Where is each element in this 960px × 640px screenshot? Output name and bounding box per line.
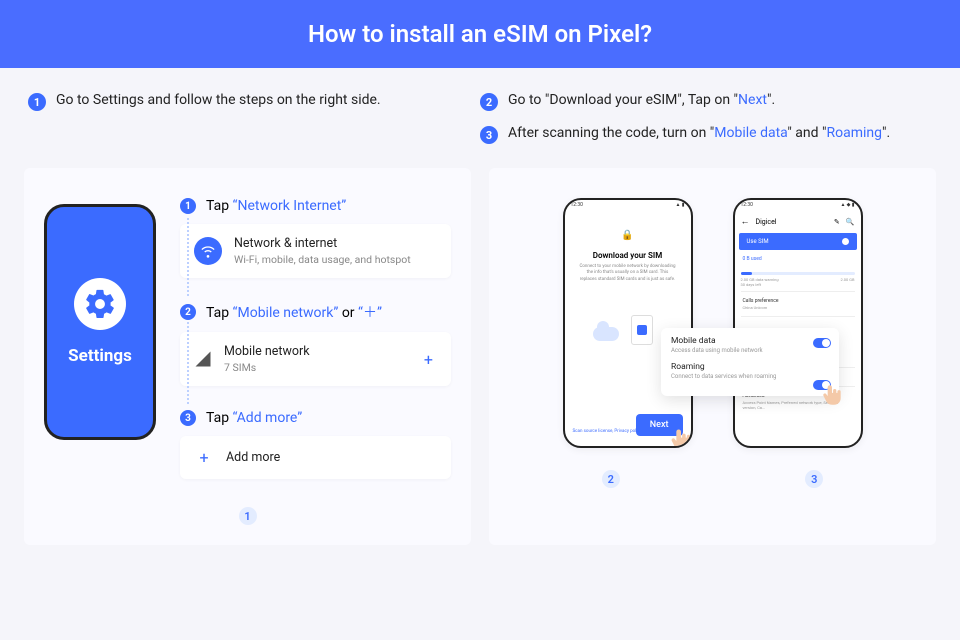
digicel-phone: 12:30 ▲ ◆ ▮ ← Digicel ✎ 🔍 Use SIM 0 B us… <box>733 198 863 448</box>
substep-1-text: Tap “Network Internet” <box>206 198 346 214</box>
step-3-badge: 3 <box>480 126 498 144</box>
substep-3-text: Tap “Add more” <box>206 410 302 426</box>
add-more-title: Add more <box>226 450 280 465</box>
download-sim-phone: 12:30 ▲ ▮ 🔒 Download your SIM Connect to… <box>563 198 693 448</box>
substep-2-text: Tap “Mobile network” or “＋” <box>206 302 382 322</box>
panel-step-1-badge: 1 <box>239 507 257 525</box>
roaming-label: Roaming <box>671 362 795 372</box>
panel-settings-steps: Settings 1 Tap “Network Internet” <box>24 168 471 545</box>
privacy-links[interactable]: Scan source license, Privacy policy <box>573 429 642 434</box>
mobile-network-card[interactable]: Mobile network 7 SIMs + <box>180 332 451 386</box>
status-bar: 12:30 ▲ ▮ <box>565 200 691 212</box>
calls-pref-row[interactable]: Calls preference China Unicom <box>735 292 861 316</box>
carrier-name: Digicel <box>756 218 777 226</box>
network-card-title: Network & internet <box>234 236 411 251</box>
panel-step-2-badge: 2 <box>602 470 620 488</box>
top-instructions: 1 Go to Settings and follow the steps on… <box>0 68 960 156</box>
step-2-badge: 2 <box>480 93 498 111</box>
substep-2-badge: 2 <box>180 304 196 320</box>
download-sim-title: Download your SIM <box>575 251 681 260</box>
header-title: How to install an eSIM on Pixel? <box>308 20 652 48</box>
data-usage-bar <box>741 272 855 275</box>
panel-step-3-badge: 3 <box>805 470 823 488</box>
step-3-text: After scanning the code, turn on "Mobile… <box>508 125 890 141</box>
use-sim-toggle[interactable]: Use SIM <box>739 233 857 250</box>
substep-1-badge: 1 <box>180 198 196 214</box>
step-1-text: Go to Settings and follow the steps on t… <box>56 92 381 108</box>
pointer-icon <box>819 382 845 408</box>
data-used-row: 0 B used <box>735 250 861 268</box>
plus-icon: + <box>194 448 214 467</box>
substep-3-badge: 3 <box>180 410 196 426</box>
panel-phone-screens: 12:30 ▲ ▮ 🔒 Download your SIM Connect to… <box>489 168 936 545</box>
signal-icon <box>194 350 212 368</box>
digicel-header: ← Digicel ✎ 🔍 <box>735 212 861 231</box>
network-internet-card[interactable]: Network & internet Wi-Fi, mobile, data u… <box>180 224 451 278</box>
lock-icon: 🔒 <box>575 230 681 241</box>
edit-icon[interactable]: ✎ <box>834 218 840 226</box>
qr-illustration <box>593 309 663 359</box>
wifi-icon <box>194 237 222 265</box>
add-more-card[interactable]: + Add more <box>180 436 451 479</box>
mobile-data-label: Mobile data <box>671 336 795 346</box>
network-card-sub: Wi-Fi, mobile, data usage, and hotspot <box>234 253 411 266</box>
settings-phone: Settings <box>44 204 156 440</box>
mobile-data-sub: Access data using mobile network <box>671 347 795 354</box>
step-2-text: Go to "Download your eSIM", Tap on "Next… <box>508 92 775 108</box>
plus-icon[interactable]: + <box>420 350 437 369</box>
settings-label: Settings <box>68 346 132 366</box>
mobile-data-toggle[interactable] <box>813 338 831 348</box>
pointer-icon <box>667 426 693 448</box>
back-arrow-icon[interactable]: ← <box>741 216 750 227</box>
mobile-card-sub: 7 SIMs <box>224 361 310 374</box>
roaming-sub: Connect to data services when roaming <box>671 373 795 380</box>
step-1-badge: 1 <box>28 93 46 111</box>
search-icon[interactable]: 🔍 <box>846 218 855 226</box>
gear-icon <box>74 278 126 330</box>
mobile-card-title: Mobile network <box>224 344 310 359</box>
page-header: How to install an eSIM on Pixel? <box>0 0 960 68</box>
download-sim-desc: Connect to your mobile network by downlo… <box>575 264 681 283</box>
toggles-callout: Mobile data Access data using mobile net… <box>661 328 839 396</box>
status-bar: 12:30 ▲ ◆ ▮ <box>735 200 861 212</box>
